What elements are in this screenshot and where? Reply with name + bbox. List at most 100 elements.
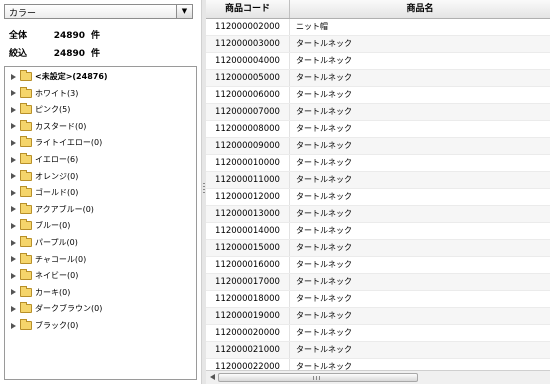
attribute-dropdown[interactable]: カラー ▼ xyxy=(4,4,193,19)
table-row[interactable]: 112000014000 タートルネック xyxy=(206,223,550,240)
folder-icon xyxy=(20,236,32,247)
filter-panel: カラー ▼ 全体 24890 件 絞込 24890 件 <未設定>(24876) ホワイト… xyxy=(0,0,201,384)
product-code-cell: 112000012000 xyxy=(206,189,290,205)
triangle-right-icon[interactable] xyxy=(11,256,16,263)
table-row[interactable]: 112000008000 タートルネック xyxy=(206,121,550,138)
folder-icon xyxy=(20,169,32,181)
table-row[interactable]: 112000013000 タートルネック xyxy=(206,206,550,223)
product-name-cell: タートルネック xyxy=(296,192,352,201)
table-row[interactable]: 112000011000 タートルネック xyxy=(206,172,550,189)
triangle-right-icon[interactable] xyxy=(11,305,16,312)
table-row[interactable]: 112000021000 タートルネック xyxy=(206,342,550,359)
folder-icon xyxy=(20,269,32,281)
column-header-product-code[interactable]: 商品コード xyxy=(206,0,290,18)
tree-item[interactable]: イエロー(6) xyxy=(11,153,79,168)
horizontal-scrollbar[interactable] xyxy=(206,370,550,384)
triangle-right-icon[interactable] xyxy=(11,289,16,296)
tree-item[interactable]: チャコール(0) xyxy=(11,252,87,268)
folder-icon xyxy=(20,86,32,98)
tree-item[interactable]: ブラック(0) xyxy=(11,319,79,334)
product-name-cell: タートルネック xyxy=(296,311,352,320)
triangle-right-icon[interactable] xyxy=(11,156,16,163)
product-code-cell: 112000005000 xyxy=(206,70,290,86)
filtered-unit: 件 xyxy=(91,49,101,59)
folder-icon xyxy=(20,119,32,131)
table-row[interactable]: 112000015000 タートルネック xyxy=(206,240,550,257)
table-row[interactable]: 112000010000 タートルネック xyxy=(206,155,550,172)
folder-icon xyxy=(20,136,32,148)
tree-item-label: <未設定>(24876) xyxy=(35,72,108,81)
table-row[interactable]: 112000012000 タートルネック xyxy=(206,189,550,206)
triangle-right-icon[interactable] xyxy=(11,73,16,80)
product-code-cell: 112000003000 xyxy=(206,36,290,52)
product-name-cell: タートルネック xyxy=(296,141,352,150)
triangle-right-icon[interactable] xyxy=(11,206,16,213)
tree-item[interactable]: ホワイト(3) xyxy=(11,86,78,102)
tree-item[interactable]: カスタード(0) xyxy=(11,119,87,135)
table-row[interactable]: 112000006000 タートルネック xyxy=(206,87,550,104)
tree-item[interactable]: カーキ(0) xyxy=(11,285,71,301)
folder-icon xyxy=(20,252,32,264)
tree-item[interactable]: パープル(0) xyxy=(11,236,78,251)
triangle-right-icon[interactable] xyxy=(11,123,16,130)
table-row[interactable]: 112000005000 タートルネック xyxy=(206,70,550,87)
triangle-right-icon[interactable] xyxy=(11,106,16,113)
column-header-product-name[interactable]: 商品名 xyxy=(290,0,550,18)
chevron-down-icon[interactable]: ▼ xyxy=(176,5,192,18)
product-name-cell: タートルネック xyxy=(296,56,352,65)
tree-item-label: アクアブルー(0) xyxy=(35,204,94,214)
table-row[interactable]: 112000016000 タートルネック xyxy=(206,257,550,274)
table-row[interactable]: 112000018000 タートルネック xyxy=(206,291,550,308)
tree-item[interactable]: オレンジ(0) xyxy=(11,169,79,185)
tree-item[interactable]: <未設定>(24876) xyxy=(11,70,108,85)
product-code-cell: 112000007000 xyxy=(206,104,290,120)
tree-item-label: カーキ(0) xyxy=(35,287,71,297)
scrollbar-grip-icon xyxy=(313,376,322,380)
table-row[interactable]: 112000007000 タートルネック xyxy=(206,104,550,121)
triangle-right-icon[interactable] xyxy=(11,90,16,97)
tree-item[interactable]: ダークブラウン(0) xyxy=(11,302,103,317)
grid-header: 商品コード 商品名 xyxy=(206,0,550,19)
tree-item-label: ブラック(0) xyxy=(35,321,79,330)
triangle-right-icon[interactable] xyxy=(11,322,16,329)
tree-item-label: イエロー(6) xyxy=(35,155,79,164)
triangle-right-icon[interactable] xyxy=(11,222,16,229)
tree-item[interactable]: ピンク(5) xyxy=(11,103,71,118)
tree-item[interactable]: ブルー(0) xyxy=(11,219,71,234)
tree-item-label: ピンク(5) xyxy=(35,105,71,115)
tree-item-label: カスタード(0) xyxy=(35,121,87,131)
table-row[interactable]: 112000003000 タートルネック xyxy=(206,36,550,53)
triangle-right-icon[interactable] xyxy=(11,139,16,146)
arrow-left-icon[interactable] xyxy=(210,374,215,380)
tree-item-label: オレンジ(0) xyxy=(35,171,79,181)
filtered-label: 絞込 xyxy=(9,49,28,59)
triangle-right-icon[interactable] xyxy=(11,189,16,196)
product-name-cell: タートルネック xyxy=(296,107,352,116)
tree-item[interactable]: ネイビー(0) xyxy=(11,269,78,284)
table-row[interactable]: 112000002000 ニット帽 xyxy=(206,19,550,36)
product-code-cell: 112000016000 xyxy=(206,257,290,273)
product-name-cell: タートルネック xyxy=(296,158,352,167)
tree-item-label: チャコール(0) xyxy=(35,254,87,264)
triangle-right-icon[interactable] xyxy=(11,272,16,279)
table-row[interactable]: 112000019000 タートルネック xyxy=(206,308,550,325)
tree-item[interactable]: ライトイエロー(0) xyxy=(11,136,102,151)
scrollbar-thumb[interactable] xyxy=(218,373,418,382)
triangle-right-icon[interactable] xyxy=(11,173,16,180)
product-code-cell: 112000009000 xyxy=(206,138,290,154)
table-row[interactable]: 112000017000 タートルネック xyxy=(206,274,550,291)
tree-item-label: ダークブラウン(0) xyxy=(35,304,103,314)
product-code-cell: 112000019000 xyxy=(206,308,290,324)
product-code-cell: 112000015000 xyxy=(206,240,290,256)
table-row[interactable]: 112000020000 タートルネック xyxy=(206,325,550,342)
product-code-cell: 112000004000 xyxy=(206,53,290,69)
folder-icon xyxy=(20,302,32,314)
table-row[interactable]: 112000009000 タートルネック xyxy=(206,138,550,155)
folder-icon xyxy=(20,202,32,214)
table-row[interactable]: 112000004000 タートルネック xyxy=(206,53,550,70)
tree-item[interactable]: アクアブルー(0) xyxy=(11,202,94,218)
triangle-right-icon[interactable] xyxy=(11,239,16,246)
tree-item[interactable]: ゴールド(0) xyxy=(11,186,78,201)
attribute-dropdown-value: カラー xyxy=(9,9,37,19)
tree-item-label: ブルー(0) xyxy=(35,221,71,231)
